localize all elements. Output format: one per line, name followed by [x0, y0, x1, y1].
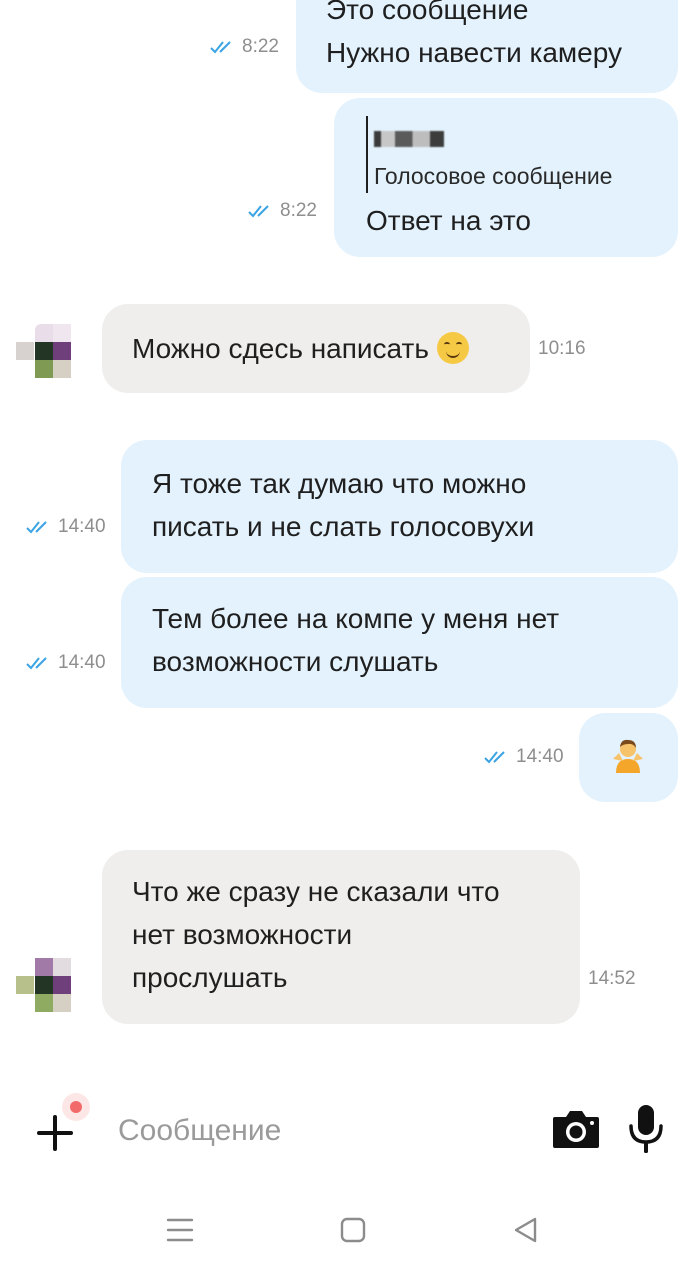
message-text-line: прослушать [132, 962, 288, 993]
microphone-icon[interactable] [628, 1104, 664, 1154]
message-text-line: писать и не слать голосовухи [152, 511, 535, 542]
menu-icon[interactable] [162, 1214, 198, 1246]
quoted-reply[interactable]: Голосовое сообщение [366, 116, 646, 193]
double-check-icon [26, 657, 47, 670]
double-check-icon [210, 41, 231, 54]
outgoing-message[interactable]: Это сообщение Нужно навести камеру [296, 0, 678, 93]
message-input[interactable] [118, 1108, 518, 1154]
message-time: 14:40 [58, 652, 106, 673]
person-shrugging-emoji [613, 739, 643, 773]
message-time: 14:40 [58, 516, 106, 537]
message-meta: 14:40 [26, 516, 106, 538]
message-meta: 8:22 [248, 200, 317, 222]
avatar[interactable] [16, 324, 72, 380]
double-check-icon [248, 205, 269, 218]
camera-icon[interactable] [551, 1108, 601, 1150]
quoted-author-redacted [374, 131, 444, 147]
outgoing-emoji-message[interactable] [579, 713, 678, 802]
recording-dot-icon [62, 1093, 90, 1121]
outgoing-message[interactable]: Тем более на компе у меня нет возможност… [121, 577, 678, 708]
incoming-message[interactable]: Что же сразу не сказали что нет возможно… [102, 850, 580, 1024]
smiling-face-emoji [436, 332, 469, 364]
message-text-line: Я тоже так думаю что можно [152, 468, 527, 499]
message-text: Ответ на это [366, 205, 531, 236]
list-fade [0, 1040, 700, 1072]
message-time: 14:52 [588, 968, 636, 989]
double-check-icon [26, 521, 47, 534]
message-list[interactable]: Это сообщение Нужно навести камеру 8:22 … [0, 0, 700, 1070]
message-text-line: Тем более на компе у меня нет [152, 603, 560, 634]
message-time: 14:40 [516, 746, 564, 767]
avatar[interactable] [16, 958, 72, 1014]
quoted-reply-label: Голосовое сообщение [374, 163, 613, 189]
home-icon[interactable] [335, 1214, 371, 1246]
incoming-message[interactable]: Можно сдесь написать [102, 304, 530, 393]
message-time: 8:22 [242, 36, 279, 57]
message-text-line: возможности слушать [152, 646, 439, 677]
message-meta: 8:22 [210, 36, 279, 58]
message-text: Можно сдесь написать [132, 333, 429, 364]
message-text-line: нет возможности [132, 919, 353, 950]
message-text-line: Что же сразу не сказали что [132, 876, 500, 907]
message-time: 8:22 [280, 200, 317, 221]
double-check-icon [484, 751, 505, 764]
message-text: Нужно навести камеру [326, 37, 623, 68]
back-icon[interactable] [508, 1214, 544, 1246]
outgoing-message[interactable]: Я тоже так думаю что можно писать и не с… [121, 440, 678, 573]
message-text-top: Это сообщение [326, 0, 529, 25]
outgoing-reply-message[interactable]: Голосовое сообщение Ответ на это [334, 98, 678, 257]
message-meta: 14:40 [484, 746, 564, 768]
message-time: 10:16 [538, 338, 586, 359]
message-meta: 14:40 [26, 652, 106, 674]
